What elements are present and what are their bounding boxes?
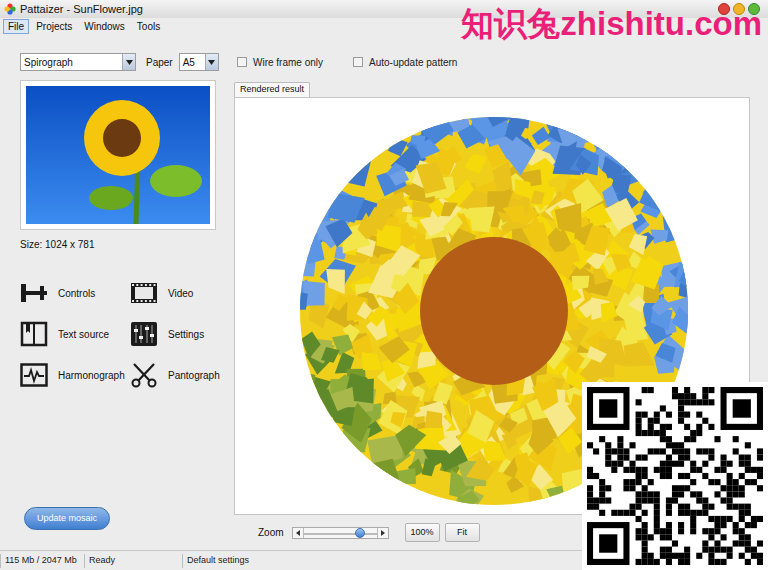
tool-button[interactable]: Harmonograph [20, 362, 130, 388]
tool-grid: ControlsVideoText sourceSettingsHarmonog… [20, 280, 226, 388]
status-cell: Ready [84, 554, 182, 568]
zoom-thumb[interactable] [355, 528, 365, 538]
dropdown-arrow-icon [122, 54, 135, 70]
scissors-icon [130, 362, 158, 388]
status-cell: Default settings [182, 554, 342, 568]
zoom-button[interactable]: 100% [405, 523, 440, 542]
controls-icon [20, 280, 48, 306]
waveform-icon [20, 362, 48, 388]
checkbox-box [237, 57, 247, 67]
book-icon [20, 321, 48, 347]
left-arrow-icon[interactable] [293, 528, 304, 538]
tool-button[interactable]: Pantograph [130, 362, 226, 388]
zoom-slider[interactable] [292, 527, 389, 539]
image-preview [20, 80, 216, 230]
tool-button[interactable]: Controls [20, 280, 130, 306]
checkbox[interactable]: Wire frame only [237, 55, 323, 70]
mixer-icon [130, 321, 158, 347]
left-panel: SpirographPaperA5Size: 1024 x 781Control… [0, 35, 226, 550]
menu-item[interactable]: File [3, 19, 29, 34]
sunflower-photo [26, 86, 210, 224]
menu-item[interactable]: Projects [31, 19, 77, 34]
watermark: 知识兔zhishitu.com [461, 4, 762, 44]
menu-item[interactable]: Windows [79, 19, 130, 34]
dropdown[interactable]: Spirograph [20, 53, 136, 71]
app-window: Pattaizer - SunFlower.jpgFileProjectsWin… [0, 0, 768, 570]
film-icon [130, 280, 158, 306]
right-arrow-icon[interactable] [377, 528, 388, 538]
status-cell: 115 Mb / 2047 Mb [0, 554, 84, 568]
update-mosaic-button[interactable]: Update mosaic [24, 507, 110, 530]
checkbox[interactable]: Auto-update pattern [353, 55, 457, 70]
qr-code [582, 382, 768, 570]
zoom-button[interactable]: Fit [445, 523, 480, 542]
checkbox-box [353, 57, 363, 67]
menu-item[interactable]: Tools [132, 19, 165, 34]
tab[interactable]: Rendered result [234, 82, 310, 97]
tool-button[interactable]: Text source [20, 321, 130, 347]
dropdown[interactable]: A5 [179, 53, 219, 71]
app-flower-icon [4, 3, 16, 15]
tool-button[interactable]: Settings [130, 321, 226, 347]
tool-button[interactable]: Video [130, 280, 226, 306]
dropdown-arrow-icon [205, 54, 218, 70]
